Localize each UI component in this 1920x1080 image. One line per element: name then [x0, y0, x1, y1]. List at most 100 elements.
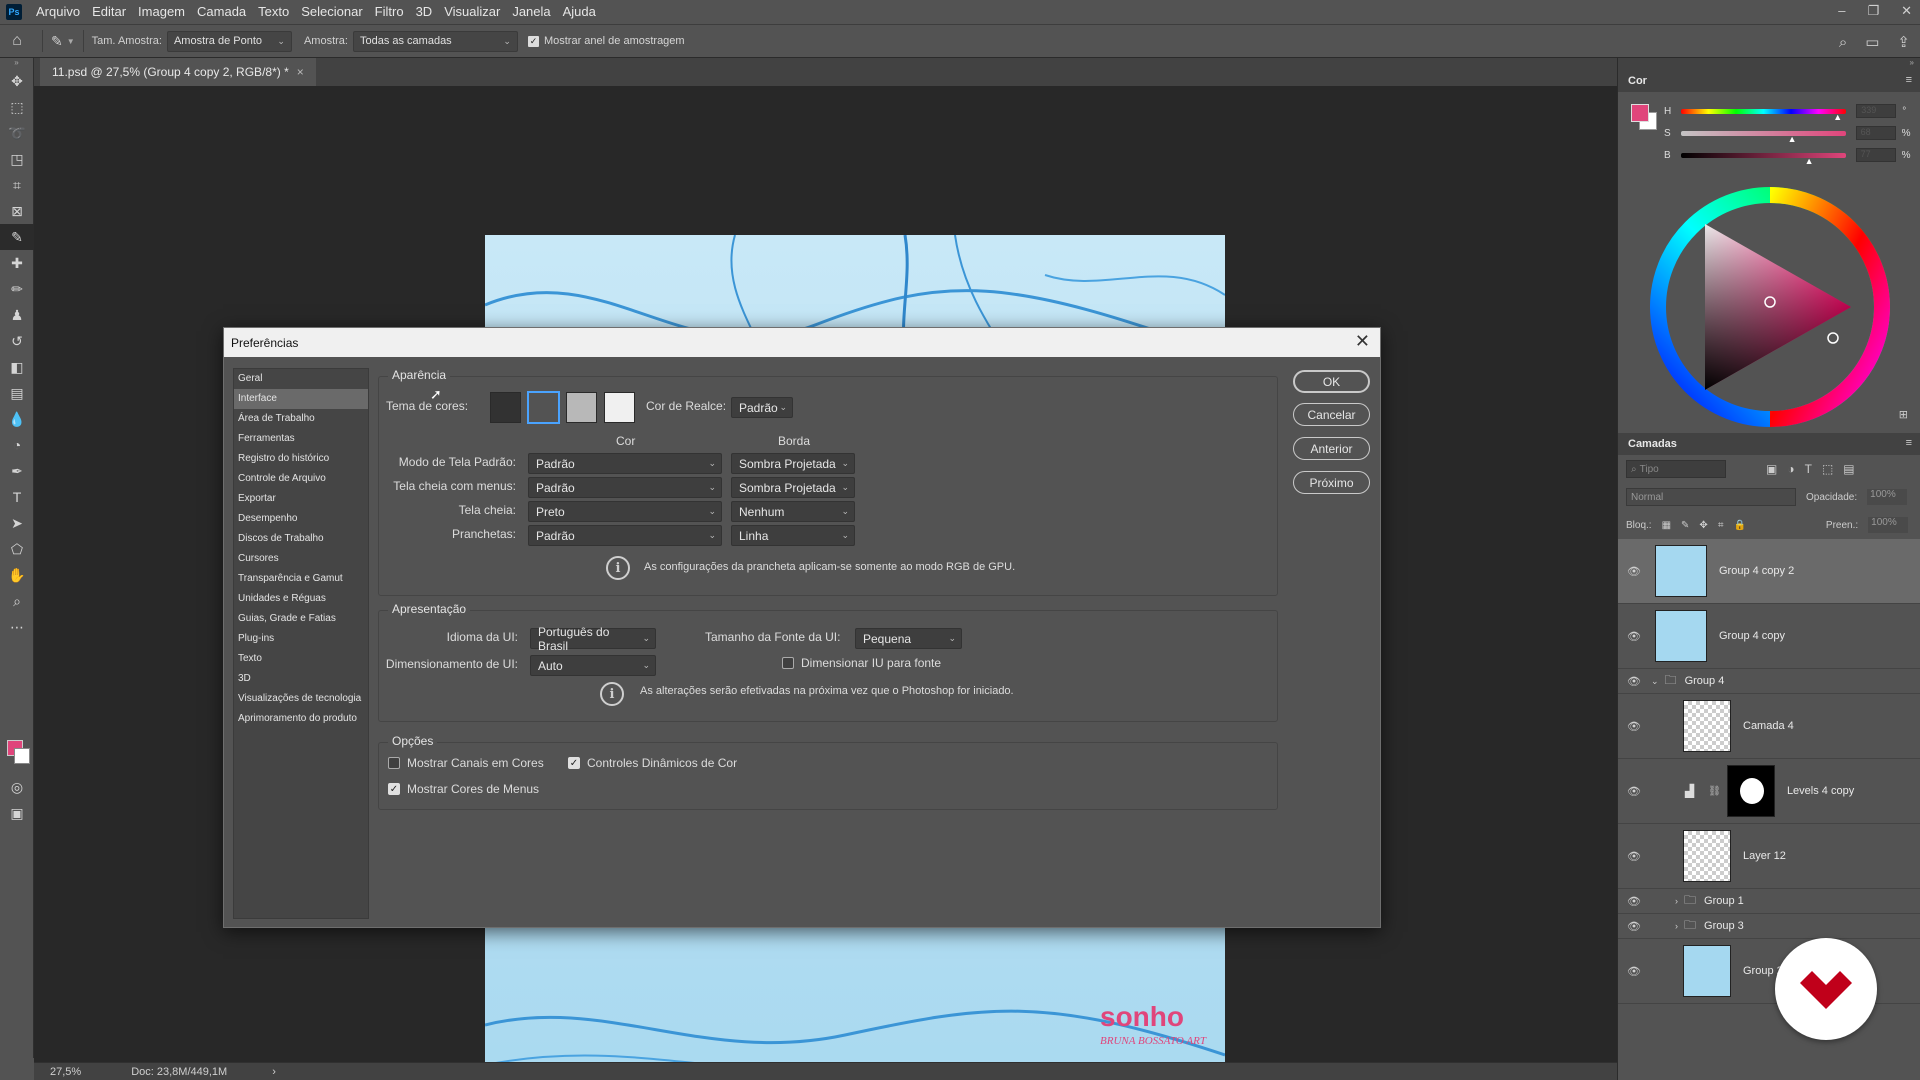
theme-swatch-dark[interactable] [527, 391, 560, 424]
quick-mask-icon[interactable]: ◎ [0, 774, 34, 800]
layer-row[interactable]: 👁 Camada 4 [1618, 694, 1920, 759]
fill-value[interactable]: 100% [1868, 517, 1909, 533]
eye-icon[interactable]: 👁 [1623, 965, 1645, 978]
scale-ui-to-font-option[interactable]: Dimensionar IU para fonte [782, 656, 941, 670]
color-panel-title[interactable]: Cor [1628, 75, 1647, 87]
nav-ferramentas[interactable]: Ferramentas [234, 429, 368, 449]
layer-row[interactable]: 👁 Group 4 copy 2 [1618, 539, 1920, 604]
layer-row[interactable]: 👁 Layer 12 [1618, 824, 1920, 889]
theme-swatch-lightest[interactable] [604, 392, 635, 423]
lasso-tool-icon[interactable]: ➰ [0, 120, 34, 146]
menu-arquivo[interactable]: Arquivo [30, 0, 86, 24]
hue-value[interactable]: 339 [1856, 104, 1897, 118]
sample-size-select[interactable]: Amostra de Ponto ⌄ [166, 30, 292, 52]
sample-select[interactable]: Todas as camadas ⌄ [352, 30, 518, 52]
ui-scaling-select[interactable]: Auto ⌄ [530, 655, 656, 676]
nav-controle-arquivo[interactable]: Controle de Arquivo [234, 469, 368, 489]
menu-colors-option[interactable]: ✓ Mostrar Cores de Menus [388, 782, 539, 796]
menu-3d[interactable]: 3D [410, 0, 439, 24]
adjustment-filter-icon[interactable]: ◑ [1787, 462, 1794, 476]
eye-icon[interactable]: 👁 [1623, 785, 1645, 798]
eye-icon[interactable]: 👁 [1623, 895, 1645, 908]
nav-guias-grade-fatias[interactable]: Guias, Grade e Fatias [234, 609, 368, 629]
standard-screen-border-select[interactable]: Sombra Projetada ⌄ [731, 453, 855, 474]
show-ring-checkbox[interactable]: ✓ [527, 35, 539, 47]
color-panel-fg-swatch[interactable] [1631, 104, 1649, 122]
nav-geral[interactable]: Geral [234, 369, 368, 389]
document-tab[interactable]: 11.psd @ 27,5% (Group 4 copy 2, RGB/8*) … [40, 58, 316, 86]
smart-filter-icon[interactable]: ▤ [1843, 462, 1854, 476]
nav-interface[interactable]: Interface [234, 389, 368, 409]
search-icon[interactable]: ⌕ [1839, 34, 1847, 51]
nav-plug-ins[interactable]: Plug-ins [234, 629, 368, 649]
nav-discos-trabalho[interactable]: Discos de Trabalho [234, 529, 368, 549]
full-screen-menus-color-select[interactable]: Padrão ⌄ [528, 477, 722, 498]
healing-tool-icon[interactable]: ✚ [0, 250, 34, 276]
hand-tool-icon[interactable]: ✋ [0, 562, 34, 588]
image-filter-icon[interactable]: ▣ [1766, 462, 1777, 476]
type-filter-icon[interactable]: T [1805, 462, 1812, 476]
theme-swatch-light[interactable] [566, 392, 597, 423]
lock-artboard-icon[interactable]: ⌗ [1718, 520, 1724, 531]
artboards-color-select[interactable]: Padrão ⌄ [528, 525, 722, 546]
expand-icon[interactable]: ⊞ [1899, 408, 1908, 421]
layer-row[interactable]: 👁 ⌄ 🗀 Group 4 [1618, 669, 1920, 694]
saturation-slider[interactable]: ▲ [1680, 130, 1846, 144]
menu-janela[interactable]: Janela [506, 0, 556, 24]
slider-thumb-icon[interactable]: ▲ [1788, 134, 1797, 144]
color-wheel[interactable] [1645, 182, 1895, 432]
eyedropper-preset-icon[interactable]: ✎ [51, 33, 63, 50]
menu-texto[interactable]: Texto [252, 0, 295, 24]
hue-slider[interactable]: ▲ [1681, 108, 1847, 122]
next-button[interactable]: Próximo [1293, 471, 1370, 494]
chevron-down-icon[interactable]: ⌄ [1651, 676, 1659, 687]
previous-button[interactable]: Anterior [1293, 437, 1370, 460]
layer-row[interactable]: 👁 › 🗀 Group 3 [1618, 914, 1920, 939]
type-tool-icon[interactable]: T [0, 484, 34, 510]
collapse-panels-icon[interactable]: » [1618, 58, 1920, 70]
background-color-swatch[interactable] [14, 748, 30, 764]
brush-tool-icon[interactable]: ✏ [0, 276, 34, 302]
show-channels-option[interactable]: Mostrar Canais em Cores [388, 756, 544, 770]
lock-paint-icon[interactable]: ✎ [1681, 520, 1689, 531]
layer-row[interactable]: 👁 Group 4 copy [1618, 604, 1920, 669]
lock-all-icon[interactable]: 🔒 [1733, 520, 1745, 531]
object-select-tool-icon[interactable]: ◳ [0, 146, 34, 172]
eyedropper-tool-icon[interactable]: ✎ [0, 224, 34, 250]
chevron-right-icon[interactable]: › [1675, 921, 1678, 931]
menu-camada[interactable]: Camada [191, 0, 252, 24]
full-screen-color-select[interactable]: Preto ⌄ [528, 501, 722, 522]
opacity-value[interactable]: 100% [1867, 489, 1908, 505]
move-tool-icon[interactable]: ✥ [0, 68, 34, 94]
cancel-button[interactable]: Cancelar [1293, 403, 1370, 426]
layer-row[interactable]: 👁 › 🗀 Group 1 [1618, 889, 1920, 914]
pen-tool-icon[interactable]: ✒ [0, 458, 34, 484]
layer-mask-thumbnail[interactable] [1726, 765, 1775, 817]
nav-transparencia-gamut[interactable]: Transparência e Gamut [234, 569, 368, 589]
eye-icon[interactable]: 👁 [1623, 720, 1645, 733]
share-icon[interactable]: ⇪ [1897, 33, 1910, 51]
brightness-value[interactable]: 77 [1855, 148, 1896, 162]
ui-language-select[interactable]: Português do Brasil ⌄ [530, 625, 656, 653]
layers-panel-title[interactable]: Camadas [1628, 438, 1677, 450]
scale-ui-to-font-checkbox[interactable] [782, 657, 794, 669]
restore-button[interactable]: ❐ [1867, 0, 1879, 22]
slider-thumb-icon[interactable]: ▲ [1805, 156, 1814, 166]
minimize-button[interactable]: – [1838, 0, 1845, 22]
theme-swatch-darkest[interactable] [490, 392, 521, 423]
more-tools-icon[interactable]: ⋯ [0, 614, 34, 640]
menu-imagem[interactable]: Imagem [132, 0, 191, 24]
panel-menu-icon[interactable]: ≡ [1906, 74, 1912, 86]
eye-icon[interactable]: 👁 [1623, 850, 1645, 863]
menu-visualizar[interactable]: Visualizar [438, 0, 506, 24]
artboards-border-select[interactable]: Linha ⌄ [731, 525, 855, 546]
nav-texto[interactable]: Texto [234, 649, 368, 669]
layer-row[interactable]: 👁 ▟ ⛓ Levels 4 copy [1618, 759, 1920, 824]
dodge-tool-icon[interactable]: ◔ [0, 432, 34, 458]
gradient-tool-icon[interactable]: ▤ [0, 380, 34, 406]
status-menu-arrow[interactable]: › [272, 1066, 276, 1078]
full-screen-menus-border-select[interactable]: Sombra Projetada ⌄ [731, 477, 855, 498]
menu-editar[interactable]: Editar [86, 0, 132, 24]
menu-selecionar[interactable]: Selecionar [295, 0, 368, 24]
history-brush-icon[interactable]: ↺ [0, 328, 34, 354]
